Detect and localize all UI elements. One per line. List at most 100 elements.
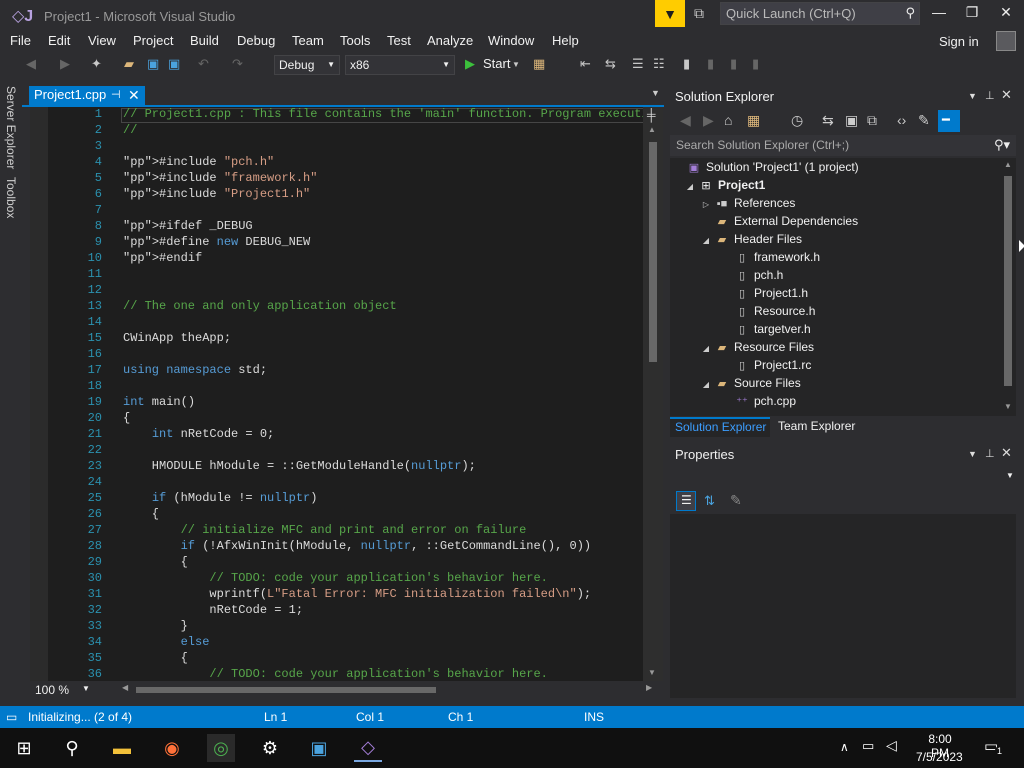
menu-debug[interactable]: Debug (237, 33, 275, 48)
minimize-button[interactable]: — (924, 4, 954, 24)
window-position-icon[interactable]: ▼ (968, 449, 977, 459)
properties-wrench-icon[interactable]: ✎ (918, 112, 930, 129)
clock-date[interactable]: 7/5/2023 (916, 750, 963, 764)
volume-muted-icon[interactable]: ◁ (886, 737, 897, 754)
tree-item[interactable]: ▰ External Dependencies (698, 214, 858, 232)
notification-filter-icon[interactable]: ▼ (655, 0, 685, 27)
expanded-arrow-icon[interactable]: ◢ (698, 344, 714, 353)
code-line[interactable]: // (123, 123, 137, 137)
code-editor[interactable]: 1 2 3 4 5 6 7 8 9 10 11 12 13 14 15 16 17 18 19 20 21 22 23 24 2… (30, 107, 663, 681)
close-tab-icon[interactable]: ✕ (128, 86, 140, 104)
menu-help[interactable]: Help (552, 33, 579, 48)
save-all-icon[interactable]: ▣ (168, 56, 180, 72)
code-line[interactable]: // TODO: code your application's behavio… (123, 667, 547, 681)
menu-test[interactable]: Test (387, 33, 411, 48)
forward-icon[interactable]: ▶ (703, 112, 714, 129)
split-editor-icon[interactable]: ╪ (647, 108, 656, 122)
step-over-icon[interactable]: ⇆ (605, 56, 616, 72)
tree-item[interactable]: ▣ Solution 'Project1' (1 project) (682, 160, 859, 178)
code-line[interactable]: { (123, 411, 130, 425)
show-all-files-icon[interactable]: ⧉ (867, 112, 877, 129)
document-tab-project1-cpp[interactable]: Project1.cpp ⊣ ✕ (29, 86, 145, 105)
alphabetical-sort-icon[interactable]: ⇅ (704, 493, 715, 509)
account-avatar-icon[interactable] (996, 31, 1016, 51)
chevron-up-icon[interactable]: ∧ (840, 740, 849, 754)
code-line[interactable]: // The one and only application object (123, 299, 397, 313)
comment-icon[interactable]: ☰ (632, 56, 644, 72)
expanded-arrow-icon[interactable]: ◢ (682, 182, 698, 191)
menu-file[interactable]: File (10, 33, 31, 48)
collapsed-arrow-icon[interactable]: ▷ (698, 200, 714, 209)
scroll-down-icon[interactable]: ▼ (1004, 402, 1012, 411)
menu-edit[interactable]: Edit (48, 33, 70, 48)
next-bookmark-icon[interactable]: ▮ (730, 56, 737, 72)
quick-launch-input[interactable]: Quick Launch (Ctrl+Q) ⚲ (720, 2, 920, 25)
properties-object-dropdown[interactable]: ▼ (670, 466, 1016, 486)
search-icon[interactable]: ⚲ (58, 734, 86, 762)
code-line[interactable]: } (123, 619, 188, 633)
scrollbar-thumb[interactable] (1004, 176, 1012, 386)
bookmark-icon[interactable]: ▮ (683, 56, 690, 72)
toolbox-tab[interactable]: Toolbox (4, 177, 18, 218)
menu-view[interactable]: View (88, 33, 116, 48)
settings-gear-icon[interactable]: ⚙ (256, 734, 284, 762)
menu-team[interactable]: Team (292, 33, 324, 48)
auto-hide-pin-icon[interactable]: ⊥ (985, 89, 995, 102)
code-line[interactable]: else (123, 635, 210, 649)
chevron-down-icon[interactable]: ▼ (82, 684, 90, 693)
tree-item[interactable]: ▯ Resource.h (718, 304, 815, 322)
code-line[interactable]: "pp">#define new DEBUG_NEW (123, 235, 310, 249)
tree-item[interactable]: ◢ ▰ Source Files (698, 376, 801, 394)
code-line[interactable]: if (hModule != nullptr) (123, 491, 318, 505)
categorized-view-icon[interactable]: ☰ (676, 491, 696, 511)
tree-item[interactable]: ◢ ▰ Header Files (698, 232, 802, 250)
editor-vertical-scrollbar[interactable]: ▲ ▼ (643, 107, 663, 681)
scroll-right-icon[interactable]: ▶ (646, 683, 652, 692)
code-line[interactable]: "pp">#ifdef _DEBUG (123, 219, 253, 233)
save-icon[interactable]: ▣ (147, 56, 159, 72)
open-file-icon[interactable]: ▰ (124, 56, 134, 72)
code-line[interactable]: { (123, 507, 159, 521)
code-line[interactable]: "pp">#include "pch.h" (123, 155, 274, 169)
tree-item[interactable]: ▷ ▪■ References (698, 196, 795, 214)
code-line[interactable]: using namespace std; (123, 363, 267, 377)
configuration-dropdown[interactable]: Debug ▼ (274, 55, 340, 75)
tab-solution-explorer[interactable]: Solution Explorer (670, 417, 770, 437)
code-line[interactable]: HMODULE hModule = ::GetModuleHandle(null… (123, 459, 476, 473)
code-line[interactable]: if (!AfxWinInit(hModule, nullptr, ::GetC… (123, 539, 592, 553)
visual-studio-taskbar-icon[interactable]: ◇ (354, 734, 382, 762)
feedback-icon[interactable]: ⧉ (694, 5, 714, 23)
code-line[interactable]: { (123, 651, 188, 665)
scroll-up-icon[interactable]: ▲ (1004, 160, 1012, 169)
new-project-icon[interactable]: ✦ (91, 56, 102, 72)
code-line[interactable]: "pp">#endif (123, 251, 202, 265)
step-icon[interactable]: ⇤ (580, 56, 591, 72)
pin-icon[interactable]: ⊣ (111, 86, 121, 104)
menu-tools[interactable]: Tools (340, 33, 370, 48)
tree-item[interactable]: ▯ pch.h (718, 268, 783, 286)
code-line[interactable]: // Project1.cpp : This file contains the… (123, 107, 663, 121)
file-explorer-icon[interactable]: ▬ (108, 734, 136, 762)
solution-explorer-search-input[interactable]: Search Solution Explorer (Ctrl+;) ⚲▾ (670, 135, 1016, 156)
windows-start-icon[interactable]: ⊞ (10, 734, 38, 762)
platform-dropdown[interactable]: x86 ▼ (345, 55, 455, 75)
code-line[interactable]: nRetCode = 1; (123, 603, 303, 617)
menu-analyze[interactable]: Analyze (427, 33, 473, 48)
window-position-icon[interactable]: ▼ (968, 91, 977, 101)
start-play-icon[interactable]: ▶ (465, 56, 475, 72)
code-line[interactable]: CWinApp theApp; (123, 331, 231, 345)
close-panel-icon[interactable]: ✕ (1001, 87, 1012, 103)
tree-item[interactable]: ◢ ⊞ Project1 (682, 178, 765, 196)
property-pages-wrench-icon[interactable]: ✎ (730, 492, 742, 509)
expanded-arrow-icon[interactable]: ◢ (698, 236, 714, 245)
zoom-level[interactable]: 100 % (35, 683, 69, 697)
network-icon[interactable]: ▭ (862, 738, 874, 754)
solution-tree-scrollbar[interactable]: ▲ ▼ (1000, 158, 1016, 416)
collapse-all-icon[interactable]: ▣ (845, 112, 858, 129)
close-button[interactable]: ✕ (991, 4, 1021, 24)
tree-item[interactable]: ▯ framework.h (718, 250, 820, 268)
scrollbar-thumb[interactable] (649, 142, 657, 362)
code-line[interactable]: int nRetCode = 0; (123, 427, 274, 441)
pending-changes-filter-icon[interactable]: ◷ (791, 112, 803, 129)
expanded-arrow-icon[interactable]: ◢ (698, 380, 714, 389)
